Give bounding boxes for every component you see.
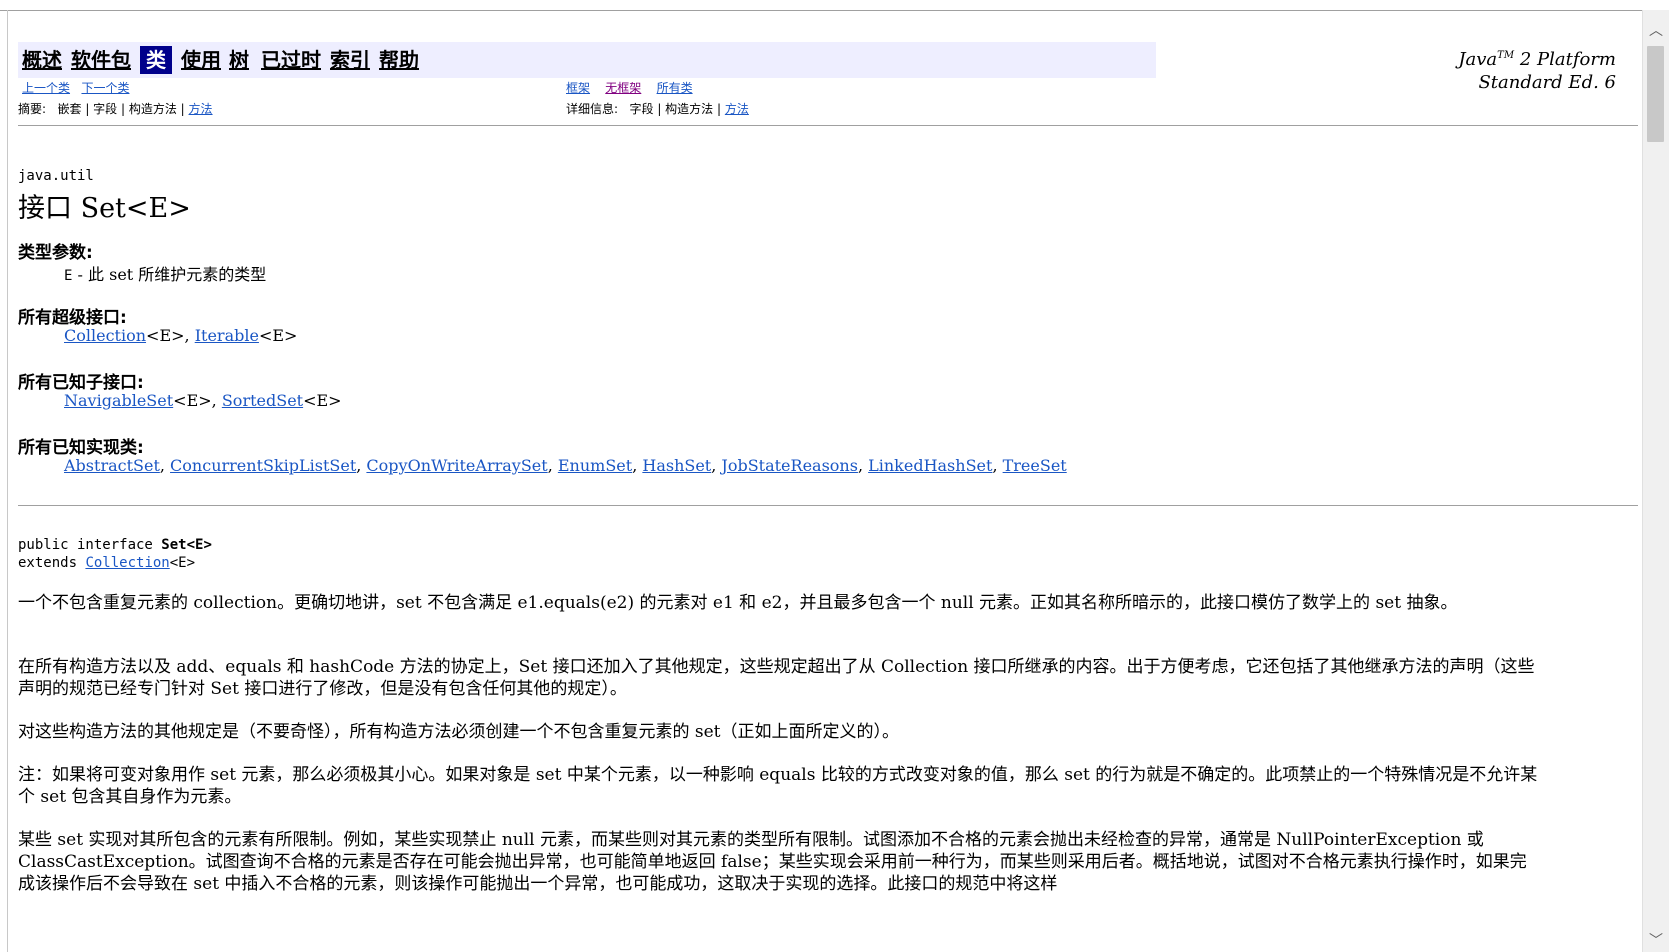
- collection-link[interactable]: Collection: [85, 555, 169, 571]
- prev-class-link[interactable]: 上一个类: [22, 81, 70, 95]
- type-link-enumset[interactable]: EnumSet: [558, 456, 632, 475]
- scroll-up-arrow-icon[interactable]: ︿: [1643, 20, 1669, 42]
- type-link-copyonwritearrayset[interactable]: CopyOnWriteArraySet: [366, 456, 547, 475]
- nav-class-current: 类: [140, 46, 172, 74]
- implementing-classes-heading: 所有已知实现类:: [18, 438, 144, 458]
- description-paragraph-2: 在所有构造方法以及 add、equals 和 hashCode 方法的协定上，S…: [18, 657, 1535, 699]
- vertical-scrollbar[interactable]: ︿ ﹀: [1642, 10, 1669, 952]
- type-link-iterable[interactable]: Iterable: [195, 326, 259, 345]
- nav-deprecated-link[interactable]: 已过时: [261, 46, 321, 74]
- type-params-heading: 类型参数:: [18, 243, 93, 263]
- nav-tree-link[interactable]: 树: [229, 46, 249, 74]
- frames-link[interactable]: 框架: [566, 81, 590, 95]
- type-link-concurrentskiplistset[interactable]: ConcurrentSkipListSet: [170, 456, 356, 475]
- superinterfaces-heading: 所有超级接口:: [18, 308, 127, 328]
- nav-use-link[interactable]: 使用: [181, 46, 221, 74]
- description-paragraph-3: 对这些构造方法的其他规定是（不要奇怪），所有构造方法必须创建一个不包含重复元素的…: [18, 722, 900, 742]
- scrollbar-thumb[interactable]: [1647, 46, 1664, 142]
- nav-package-link[interactable]: 软件包: [71, 46, 131, 74]
- subinterfaces-heading: 所有已知子接口:: [18, 373, 144, 393]
- header-divider: [18, 125, 1638, 126]
- type-link-linkedhashset[interactable]: LinkedHashSet: [868, 456, 992, 475]
- frame-divider: [7, 10, 8, 952]
- type-link-treeset[interactable]: TreeSet: [1003, 456, 1067, 475]
- type-params-body: E - 此 set 所维护元素的类型: [64, 265, 267, 284]
- class-nav-links: 上一个类 下一个类: [22, 79, 129, 96]
- page-title: 接口 Set<E>: [18, 193, 191, 224]
- summary-method-link[interactable]: 方法: [189, 102, 213, 116]
- scroll-down-arrow-icon[interactable]: ﹀: [1643, 930, 1669, 952]
- nav-index-link[interactable]: 索引: [330, 46, 370, 74]
- type-link-hashset[interactable]: HashSet: [642, 456, 711, 475]
- superinterfaces-list: Collection<E>, Iterable<E>: [64, 326, 298, 345]
- interface-declaration: public interface Set<E> extends Collecti…: [18, 537, 212, 571]
- type-link-abstractset[interactable]: AbstractSet: [64, 456, 160, 475]
- type-link-collection[interactable]: Collection: [64, 326, 146, 345]
- all-classes-link[interactable]: 所有类: [657, 81, 693, 95]
- type-link-navigableset[interactable]: NavigableSet: [64, 391, 173, 410]
- no-frames-link[interactable]: 无框架: [605, 81, 641, 95]
- section-divider: [18, 505, 1638, 506]
- description-paragraph-4: 注：如果将可变对象用作 set 元素，那么必须极其小心。如果对象是 set 中某…: [18, 765, 1538, 807]
- platform-label: JavaTM 2 Platform Standard Ed. 6: [1458, 49, 1616, 93]
- summary-nav: 摘要: 嵌套 | 字段 | 构造方法 | 方法: [18, 102, 213, 116]
- type-link-sortedset[interactable]: SortedSet: [222, 391, 303, 410]
- type-link-jobstatereasons[interactable]: JobStateReasons: [721, 456, 858, 475]
- description-paragraph-5: 某些 set 实现对其所包含的元素有所限制。例如，某些实现禁止 null 元素，…: [18, 830, 1527, 894]
- description-paragraph-1: 一个不包含重复元素的 collection。更确切地讲，set 不包含满足 e1…: [18, 593, 1458, 613]
- implementing-classes-list: AbstractSet, ConcurrentSkipListSet, Copy…: [64, 456, 1067, 475]
- package-name: java.util: [18, 168, 94, 184]
- window-top-edge: [0, 0, 1669, 11]
- top-nav-bar: 概述 软件包 类 使用 树 已过时 索引 帮助: [18, 42, 1156, 78]
- frame-nav-links: 框架 无框架 所有类: [566, 79, 693, 96]
- detail-method-link[interactable]: 方法: [725, 102, 749, 116]
- detail-nav: 详细信息: 字段 | 构造方法 | 方法: [566, 102, 749, 116]
- next-class-link[interactable]: 下一个类: [81, 81, 129, 95]
- nav-help-link[interactable]: 帮助: [379, 46, 419, 74]
- nav-overview-link[interactable]: 概述: [22, 46, 62, 74]
- subinterfaces-list: NavigableSet<E>, SortedSet<E>: [64, 391, 342, 410]
